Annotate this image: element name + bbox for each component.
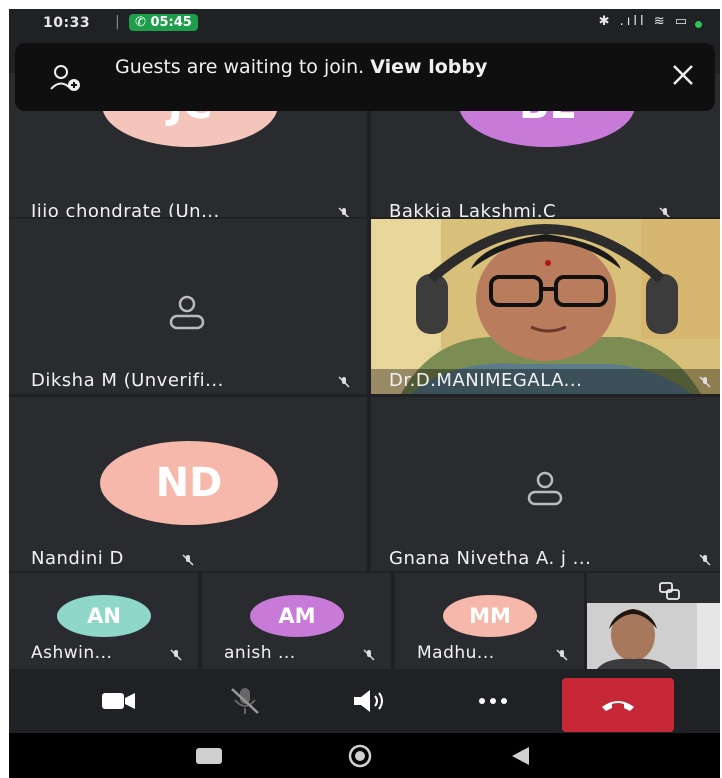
participant-tile-5[interactable]: ND Nandini D [9,397,367,571]
people-add-icon [50,65,80,91]
self-view-video [587,573,720,669]
mic-off-icon [363,649,375,661]
participant-name: Dr.D.MANIMEGALA... [389,370,583,391]
mic-button[interactable] [205,669,285,733]
small-tile-2[interactable]: AM anish ... [202,573,391,669]
mic-off-icon [338,376,350,388]
navigation-bar [9,733,720,778]
participant-name: anish ... [224,643,296,663]
person-icon [527,471,563,506]
lobby-message: Guests are waiting to join. View lobby [115,57,585,78]
phone-icon: ✆ [135,15,146,30]
lobby-text: Guests are waiting to join. [115,56,365,78]
participant-name: Madhu... [417,643,495,663]
call-duration-badge[interactable]: ✆ 05:45 [129,14,198,31]
mic-off-icon [338,207,350,217]
mic-off-icon [699,554,711,566]
view-lobby-link[interactable]: View lobby [370,56,487,78]
camera-button[interactable] [79,669,159,733]
call-toolbar [9,669,720,733]
participant-name: Ashwin... [31,643,113,663]
avatar: AM [250,595,344,637]
end-call-icon [602,701,634,711]
switch-camera-icon[interactable] [657,581,681,601]
phone-screen: 10:33 | ✆ 05:45 ✱ .ıll ≋ ▭ JC Jijo chond… [9,9,720,778]
status-time: 10:33 [43,15,91,31]
back-icon[interactable] [509,745,531,767]
participant-tile-6[interactable]: Gnana Nivetha A. j ... [371,397,720,571]
participant-name: Diksha M (Unverifi... [31,370,224,391]
status-separator: | [115,14,120,30]
participant-tile-3[interactable]: Diksha M (Unverifi... [9,219,367,394]
close-icon[interactable] [669,61,697,89]
end-call-button[interactable] [562,678,674,732]
lobby-banner: Guests are waiting to join. View lobby [15,43,715,111]
participant-name: Bakkia Lakshmi.C [389,201,557,217]
status-icons: ✱ .ıll ≋ ▭ [598,14,690,29]
participant-video [371,219,720,394]
avatar: ND [100,441,278,525]
mic-off-icon [699,376,711,388]
mic-off-icon [556,649,568,661]
mic-off-icon [231,688,259,714]
participant-name: Jijo chondrate (Un... [31,201,220,217]
mic-off-icon [170,649,182,661]
video-camera-icon [102,693,135,709]
more-options-button[interactable] [453,669,533,733]
participant-name: Nandini D [31,548,124,569]
call-duration: 05:45 [150,15,192,30]
self-view-tile[interactable] [587,573,720,669]
recents-icon[interactable] [195,747,223,765]
participant-name: Gnana Nivetha A. j ... [389,548,592,569]
status-dot [695,21,702,28]
avatar: AN [57,595,151,637]
small-tile-1[interactable]: AN Ashwin... [9,573,198,669]
more-icon [479,698,507,704]
home-icon[interactable] [347,743,373,769]
status-bar: 10:33 | ✆ 05:45 ✱ .ıll ≋ ▭ [9,9,720,41]
speaker-icon [354,690,383,712]
mic-off-icon [182,554,194,566]
speaker-button[interactable] [329,669,409,733]
participant-video-tile[interactable]: Dr.D.MANIMEGALA... [371,219,720,394]
mic-off-icon [659,207,671,217]
small-tile-3[interactable]: MM Madhu... [395,573,584,669]
person-icon [169,295,205,330]
avatar: MM [443,595,537,637]
